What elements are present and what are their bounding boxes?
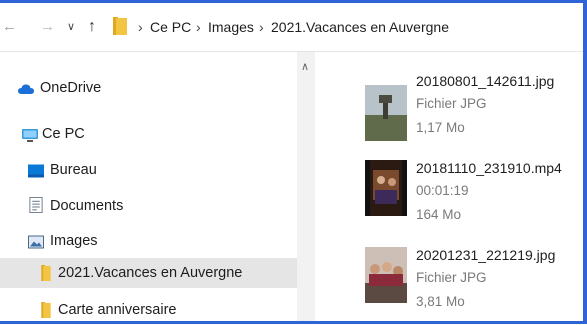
- folder-icon: [41, 265, 51, 281]
- file-size: 164 Mo: [416, 207, 462, 222]
- breadcrumb-images[interactable]: Images: [208, 3, 254, 51]
- folder-icon: [113, 17, 127, 35]
- video-thumbnail: [365, 160, 407, 216]
- sidebar-item-label: Images: [50, 233, 98, 249]
- breadcrumb-separator-icon: ›: [138, 19, 143, 35]
- file-item[interactable]: 20180801_142611.jpg Fichier JPG 1,17 Mo: [360, 73, 580, 143]
- sidebar-item-label: OneDrive: [40, 80, 102, 96]
- cloud-icon: [18, 84, 34, 94]
- forward-arrow-icon[interactable]: →: [40, 3, 55, 51]
- file-size: 1,17 Mo: [416, 120, 465, 135]
- sidebar-item-label: Bureau: [50, 162, 97, 178]
- file-name: 20181110_231910.mp4: [416, 160, 562, 176]
- computer-icon: [22, 129, 38, 142]
- breadcrumb-current-folder[interactable]: 2021.Vacances en Auvergne: [271, 3, 449, 51]
- sidebar-item-label: Documents: [50, 198, 124, 214]
- sidebar-item-2021-vacances-en-auvergne[interactable]: 2021.Vacances en Auvergne: [0, 258, 297, 288]
- file-name: 20201231_221219.jpg: [416, 247, 556, 263]
- desktop-icon: [28, 164, 44, 178]
- sidebar-item-label: 2021.Vacances en Auvergne: [58, 265, 243, 281]
- breadcrumb-separator-icon: ›: [196, 19, 201, 35]
- sidebar-scrollbar[interactable]: [297, 52, 315, 321]
- file-type: Fichier JPG: [416, 96, 487, 111]
- file-size: 3,81 Mo: [416, 294, 465, 309]
- breadcrumb-ce-pc[interactable]: Ce PC: [150, 3, 191, 51]
- pictures-icon: [28, 235, 44, 249]
- folder-icon: [41, 302, 51, 318]
- back-arrow-icon[interactable]: ←: [2, 3, 17, 51]
- file-item[interactable]: 20201231_221219.jpg Fichier JPG 3,81 Mo: [360, 247, 580, 317]
- breadcrumb-separator-icon: ›: [259, 19, 264, 35]
- document-icon: [29, 197, 43, 213]
- file-item[interactable]: 20181110_231910.mp4 00:01:19 164 Mo: [360, 160, 580, 230]
- sidebar-item-label: Ce PC: [42, 126, 85, 142]
- address-bar: ← → ∨ ↑ › Ce PC › Images › 2021.Vacances…: [0, 3, 583, 52]
- file-type: Fichier JPG: [416, 270, 487, 285]
- scroll-up-icon[interactable]: ∧: [301, 60, 309, 73]
- file-duration: 00:01:19: [416, 183, 469, 198]
- photo-thumbnail: [365, 247, 407, 303]
- photo-thumbnail: [365, 85, 407, 141]
- chevron-down-icon[interactable]: ∨: [67, 3, 75, 51]
- file-name: 20180801_142611.jpg: [416, 73, 555, 89]
- navigation-pane: OneDrive Ce PC Bureau Documents Images 2…: [0, 52, 315, 321]
- window-frame-right: [583, 0, 587, 324]
- up-arrow-icon[interactable]: ↑: [88, 3, 96, 51]
